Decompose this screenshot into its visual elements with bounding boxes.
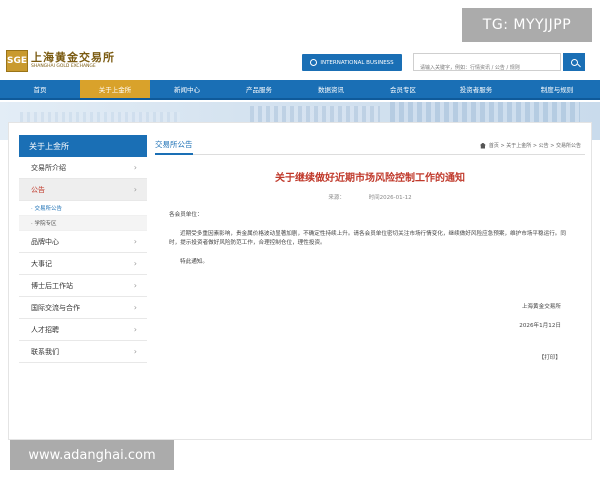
sidebar-item-announcements[interactable]: 公告 › (19, 179, 147, 201)
sidebar-item-label: 国际交流与合作 (31, 303, 80, 312)
article-salutation: 各会员单位： (169, 212, 203, 218)
sidebar-item-exchange-intro[interactable]: 交易所介绍 › (19, 157, 147, 179)
chevron-right-icon: › (133, 185, 137, 194)
sidebar-item-label: 交易所介绍 (31, 163, 66, 172)
tab-exchange-announcements[interactable]: 交易所公告 (155, 139, 193, 155)
article-body: 各会员单位： 近期受多重因素影响，贵金属价格波动显著加剧，不确定性持续上升。请各… (155, 211, 585, 267)
article-content: 交易所公告 首页 > 关于上金所 > 公告 > 交易所公告 关于继续做好近期市场… (155, 135, 585, 361)
sidebar-title: 关于上金所 (19, 135, 147, 157)
logo-chinese-name: 上海黄金交易所 (31, 51, 115, 64)
nav-item-products[interactable]: 产品服务 (224, 80, 294, 98)
international-business-button[interactable]: INTERNATIONAL BUSINESS (302, 54, 402, 71)
logo-english-name: SHANGHAI GOLD EXCHANGE (31, 64, 96, 69)
article-meta: 来源： 时间2026-01-12 (155, 193, 585, 201)
nav-item-news[interactable]: 新闻中心 (150, 80, 224, 98)
main-nav: 首页 关于上金所 新闻中心 产品服务 数据资讯 会员专区 投资者服务 制度与规则 (0, 80, 600, 100)
main-card: 关于上金所 交易所介绍 › 公告 › · 交易所公告 · 学院专区 品牌中心 ›… (8, 122, 592, 440)
globe-icon (310, 59, 318, 66)
sidebar-item-contact[interactable]: 联系我们 › (19, 341, 147, 363)
sidebar-subitem-label: · 学院专区 (31, 221, 57, 227)
content-header: 交易所公告 首页 > 关于上金所 > 公告 > 交易所公告 (155, 135, 585, 155)
nav-item-members[interactable]: 会员专区 (368, 80, 438, 98)
sidebar-item-brand-center[interactable]: 品牌中心 › (19, 231, 147, 253)
search-button[interactable] (563, 53, 585, 71)
chevron-right-icon: › (133, 303, 137, 312)
sidebar-item-label: 博士后工作站 (31, 281, 73, 290)
watermark-bottom-left: www.adanghai.com (10, 440, 174, 470)
chevron-right-icon: › (133, 347, 137, 356)
chevron-right-icon: › (133, 281, 137, 290)
article-source: 来源： (328, 195, 345, 201)
nav-item-home[interactable]: 首页 (0, 80, 80, 98)
nav-item-rules[interactable]: 制度与规则 (514, 80, 600, 98)
sidebar-item-postdoc[interactable]: 博士后工作站 › (19, 275, 147, 297)
sidebar-item-label: 联系我们 (31, 347, 59, 356)
article-paragraph: 近期受多重因素影响，贵金属价格波动显著加剧，不确定性持续上升。请各会员单位密切关… (169, 231, 566, 246)
sidebar-item-label: 人才招聘 (31, 325, 59, 334)
sidebar-item-international[interactable]: 国际交流与合作 › (19, 297, 147, 319)
sidebar-subitem-label: · 交易所公告 (31, 206, 63, 212)
search-box[interactable] (413, 53, 561, 76)
logo-text: 上海黄金交易所 SHANGHAI GOLD EXCHANGE (31, 52, 115, 70)
logo-mark-icon: SGE (6, 50, 28, 72)
chevron-right-icon: › (133, 163, 137, 172)
chevron-right-icon: › (133, 259, 137, 268)
chevron-right-icon: › (133, 325, 137, 334)
breadcrumb: 首页 > 关于上金所 > 公告 > 交易所公告 (479, 142, 581, 149)
sidebar-subitem-academy[interactable]: · 学院专区 (19, 216, 147, 231)
sidebar-item-label: 公告 (31, 185, 45, 194)
sidebar-item-careers[interactable]: 人才招聘 › (19, 319, 147, 341)
nav-item-investors[interactable]: 投资者服务 (438, 80, 514, 98)
article-signature: 上海黄金交易所 (521, 304, 561, 310)
international-business-label: INTERNATIONAL BUSINESS (320, 59, 394, 66)
home-icon (479, 142, 486, 149)
article-date: 时间2026-01-12 (368, 195, 412, 201)
article-sign-date: 2026年1月12日 (519, 323, 561, 329)
nav-item-data[interactable]: 数据资讯 (294, 80, 368, 98)
sidebar-item-label: 大事记 (31, 259, 52, 268)
site-logo[interactable]: SGE 上海黄金交易所 SHANGHAI GOLD EXCHANGE (6, 50, 115, 72)
site-header: SGE 上海黄金交易所 SHANGHAI GOLD EXCHANGE INTER… (0, 44, 600, 80)
article-title: 关于继续做好近期市场风险控制工作的通知 (275, 173, 465, 184)
sidebar-item-label: 品牌中心 (31, 237, 59, 246)
sidebar: 关于上金所 交易所介绍 › 公告 › · 交易所公告 · 学院专区 品牌中心 ›… (19, 135, 147, 363)
search-icon (570, 58, 578, 66)
watermark-top-right: TG: MYYJJPP (462, 8, 592, 42)
print-button[interactable]: 【打印】 (155, 353, 585, 361)
breadcrumb-text[interactable]: 首页 > 关于上金所 > 公告 > 交易所公告 (489, 142, 581, 149)
article-closing: 特此通知。 (180, 259, 208, 265)
nav-item-about[interactable]: 关于上金所 (80, 80, 150, 98)
search-input[interactable] (414, 60, 560, 76)
sidebar-item-milestones[interactable]: 大事记 › (19, 253, 147, 275)
sidebar-subitem-exchange-announcements[interactable]: · 交易所公告 (19, 201, 147, 216)
chevron-right-icon: › (133, 237, 137, 246)
